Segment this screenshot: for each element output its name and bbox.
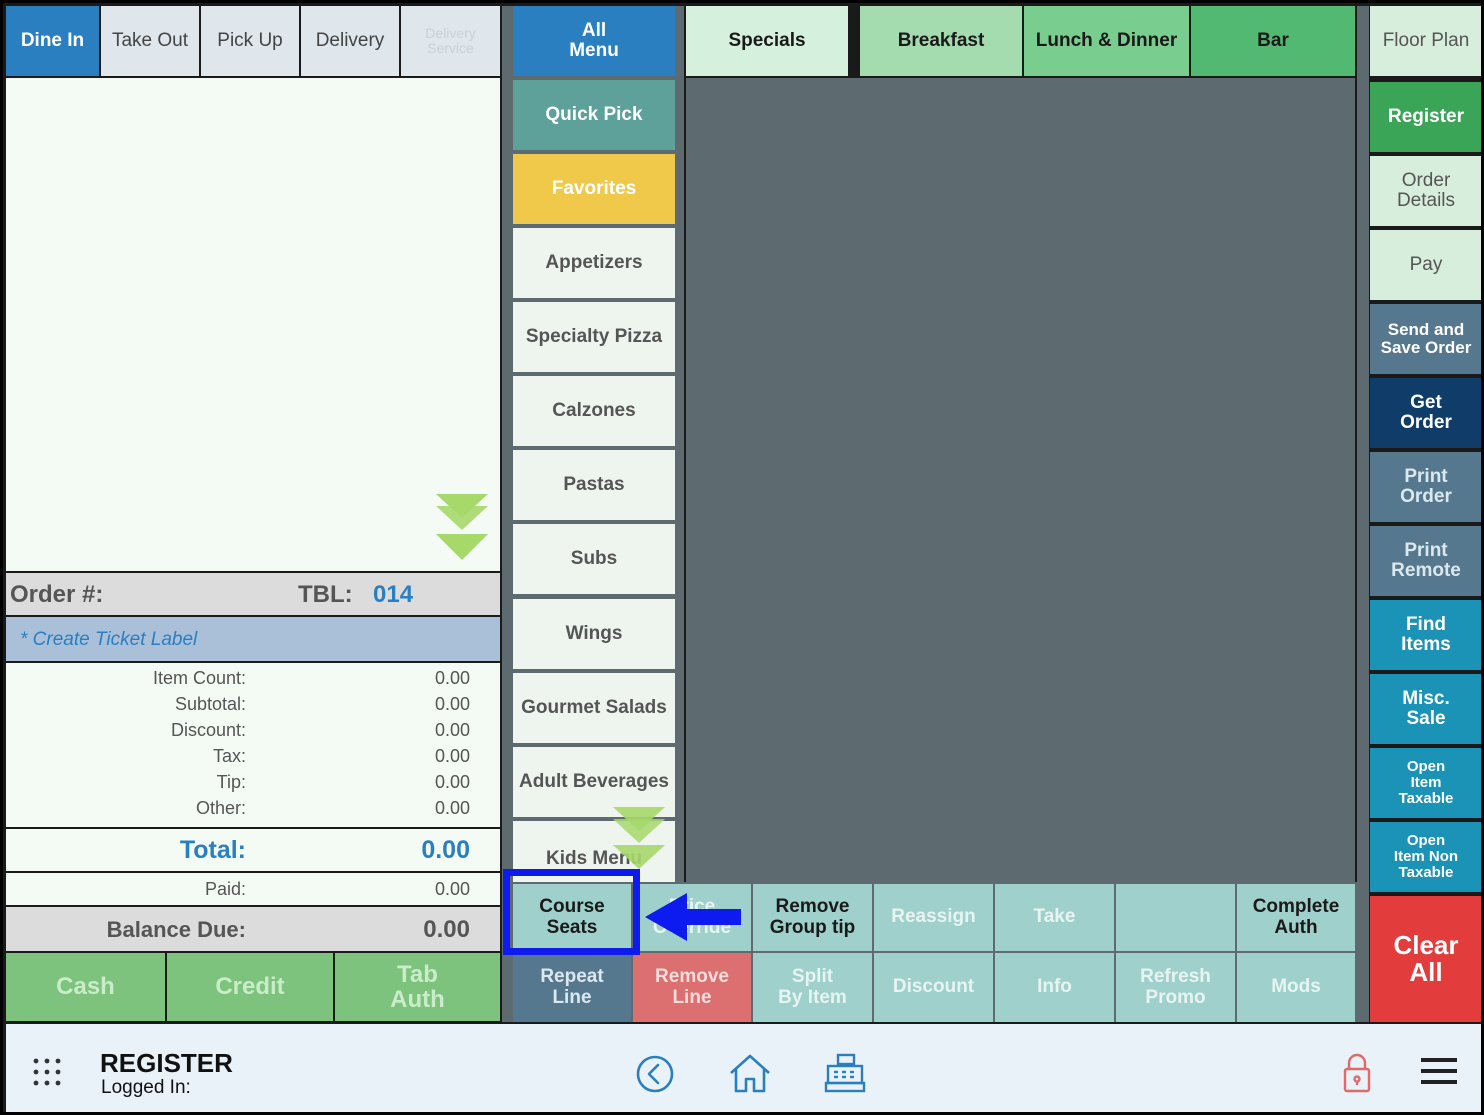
discount-label: Discount: — [170, 720, 246, 740]
tax-row: Tax: 0.00 — [6, 743, 500, 769]
floor-plan-button[interactable]: Floor Plan — [1370, 6, 1481, 76]
tip-label: Tip: — [216, 772, 246, 792]
footer-bar: REGISTER Logged In: — [6, 1024, 1481, 1112]
category-bar[interactable]: Bar — [1191, 6, 1355, 76]
info-button[interactable]: Info — [995, 953, 1114, 1022]
tax-label: Tax: — [212, 746, 246, 766]
double-chevron-down-icon[interactable] — [611, 805, 667, 871]
order-number-row: Order #: TBL: 014 — [6, 573, 500, 615]
all-menu-button[interactable]: All Menu — [513, 6, 675, 76]
subtotal-label: Subtotal: — [174, 694, 246, 714]
item-count-value: 0.00 — [434, 668, 470, 688]
tab-delivery[interactable]: Delivery — [301, 6, 399, 76]
item-count-row: Item Count: 0.00 — [6, 665, 500, 691]
apps-grid-icon[interactable] — [32, 1057, 62, 1087]
remove-group-tip-button[interactable]: Remove Group tip — [753, 884, 872, 951]
tab-take-out[interactable]: Take Out — [101, 6, 199, 76]
category-breakfast[interactable]: Breakfast — [860, 6, 1022, 76]
pos-register-screen: Dine In Take Out Pick Up Delivery Delive… — [0, 0, 1484, 1115]
create-ticket-label-button[interactable]: * Create Ticket Label — [6, 617, 500, 661]
footer-subtitle: Logged In: — [101, 1077, 191, 1098]
tab-dine-in[interactable]: Dine In — [6, 6, 99, 76]
category-wings[interactable]: Wings — [513, 599, 675, 669]
ticket-label-text: * Create Ticket Label — [20, 629, 198, 650]
repeat-line-button[interactable]: Repeat Line — [513, 953, 631, 1022]
mods-button[interactable]: Mods — [1237, 953, 1355, 1022]
tab-delivery-service[interactable]: Delivery Service — [401, 6, 500, 76]
take-button[interactable]: Take — [995, 884, 1114, 951]
paid-value: 0.00 — [434, 879, 470, 899]
category-favorites[interactable]: Favorites — [513, 154, 675, 224]
empty-action-button[interactable] — [1116, 884, 1235, 951]
item-count-label: Item Count: — [152, 668, 246, 688]
split-by-item-button[interactable]: Split By Item — [753, 953, 872, 1022]
misc-sale-button[interactable]: Misc. Sale — [1370, 674, 1481, 744]
tab-auth-button[interactable]: Tab Auth — [335, 953, 500, 1021]
cash-button[interactable]: Cash — [6, 953, 165, 1021]
category-lunch-dinner[interactable]: Lunch & Dinner — [1024, 6, 1189, 76]
discount-value: 0.00 — [434, 720, 470, 740]
other-label: Other: — [195, 798, 246, 818]
complete-auth-button[interactable]: Complete Auth — [1237, 884, 1355, 951]
category-pastas[interactable]: Pastas — [513, 450, 675, 520]
subtotal-value: 0.00 — [434, 694, 470, 714]
cash-register-icon[interactable] — [824, 1052, 866, 1094]
find-items-button[interactable]: Find Items — [1370, 600, 1481, 670]
table-label: TBL: — [298, 581, 353, 608]
credit-button[interactable]: Credit — [167, 953, 333, 1021]
open-item-non-taxable-button[interactable]: Open Item Non Taxable — [1370, 822, 1481, 892]
category-quick-pick[interactable]: Quick Pick — [513, 80, 675, 150]
hamburger-menu-icon[interactable] — [1421, 1057, 1457, 1085]
order-number-label: Order #: — [10, 581, 104, 608]
discount-row: Discount: 0.00 — [6, 717, 500, 743]
total-row: Total: 0.00 — [6, 829, 500, 871]
highlight-box — [503, 869, 640, 955]
lock-icon[interactable] — [1342, 1052, 1372, 1094]
reassign-button[interactable]: Reassign — [874, 884, 993, 951]
remove-line-button[interactable]: Remove Line — [633, 953, 751, 1022]
print-order-button[interactable]: Print Order — [1370, 452, 1481, 522]
tip-row: Tip: 0.00 — [6, 769, 500, 795]
tab-pick-up[interactable]: Pick Up — [201, 6, 299, 76]
paid-label: Paid: — [204, 879, 246, 899]
register-button[interactable]: Register — [1370, 82, 1481, 152]
category-appetizers[interactable]: Appetizers — [513, 228, 675, 298]
tip-value: 0.00 — [434, 772, 470, 792]
ticket-items-area[interactable] — [6, 78, 500, 571]
tax-value: 0.00 — [434, 746, 470, 766]
refresh-promo-button[interactable]: Refresh Promo — [1116, 953, 1235, 1022]
total-value: 0.00 — [421, 836, 470, 864]
table-number: 014 — [373, 581, 414, 608]
category-specials[interactable]: Specials — [686, 6, 848, 76]
home-icon[interactable] — [728, 1052, 772, 1094]
grid-divider — [1357, 6, 1369, 1022]
other-row: Other: 0.00 — [6, 795, 500, 821]
double-chevron-down-icon[interactable] — [434, 492, 490, 562]
discount-button[interactable]: Discount — [874, 953, 993, 1022]
balance-due-row: Balance Due: 0.00 — [6, 907, 500, 951]
get-order-button[interactable]: Get Order — [1370, 378, 1481, 448]
category-gourmet-salads[interactable]: Gourmet Salads — [513, 673, 675, 743]
order-details-button[interactable]: Order Details — [1370, 156, 1481, 226]
back-circle-icon[interactable] — [635, 1054, 675, 1094]
print-remote-button[interactable]: Print Remote — [1370, 526, 1481, 596]
category-specialty-pizza[interactable]: Specialty Pizza — [513, 302, 675, 372]
menu-items-grid — [686, 78, 1355, 882]
balance-due-value: 0.00 — [423, 916, 470, 943]
total-label: Total: — [179, 836, 246, 864]
open-item-taxable-button[interactable]: Open Item Taxable — [1370, 748, 1481, 818]
send-and-save-order-button[interactable]: Send and Save Order — [1370, 304, 1481, 374]
category-calzones[interactable]: Calzones — [513, 376, 675, 446]
category-subs[interactable]: Subs — [513, 524, 675, 594]
footer-title: REGISTER — [100, 1048, 233, 1078]
other-value: 0.00 — [434, 798, 470, 818]
balance-due-label: Balance Due: — [106, 917, 246, 942]
left-arrow-icon — [643, 889, 743, 945]
paid-row: Paid: 0.00 — [6, 873, 500, 905]
clear-all-button[interactable]: Clear All — [1370, 896, 1481, 1022]
subtotal-row: Subtotal: 0.00 — [6, 691, 500, 717]
pay-button[interactable]: Pay — [1370, 230, 1481, 300]
